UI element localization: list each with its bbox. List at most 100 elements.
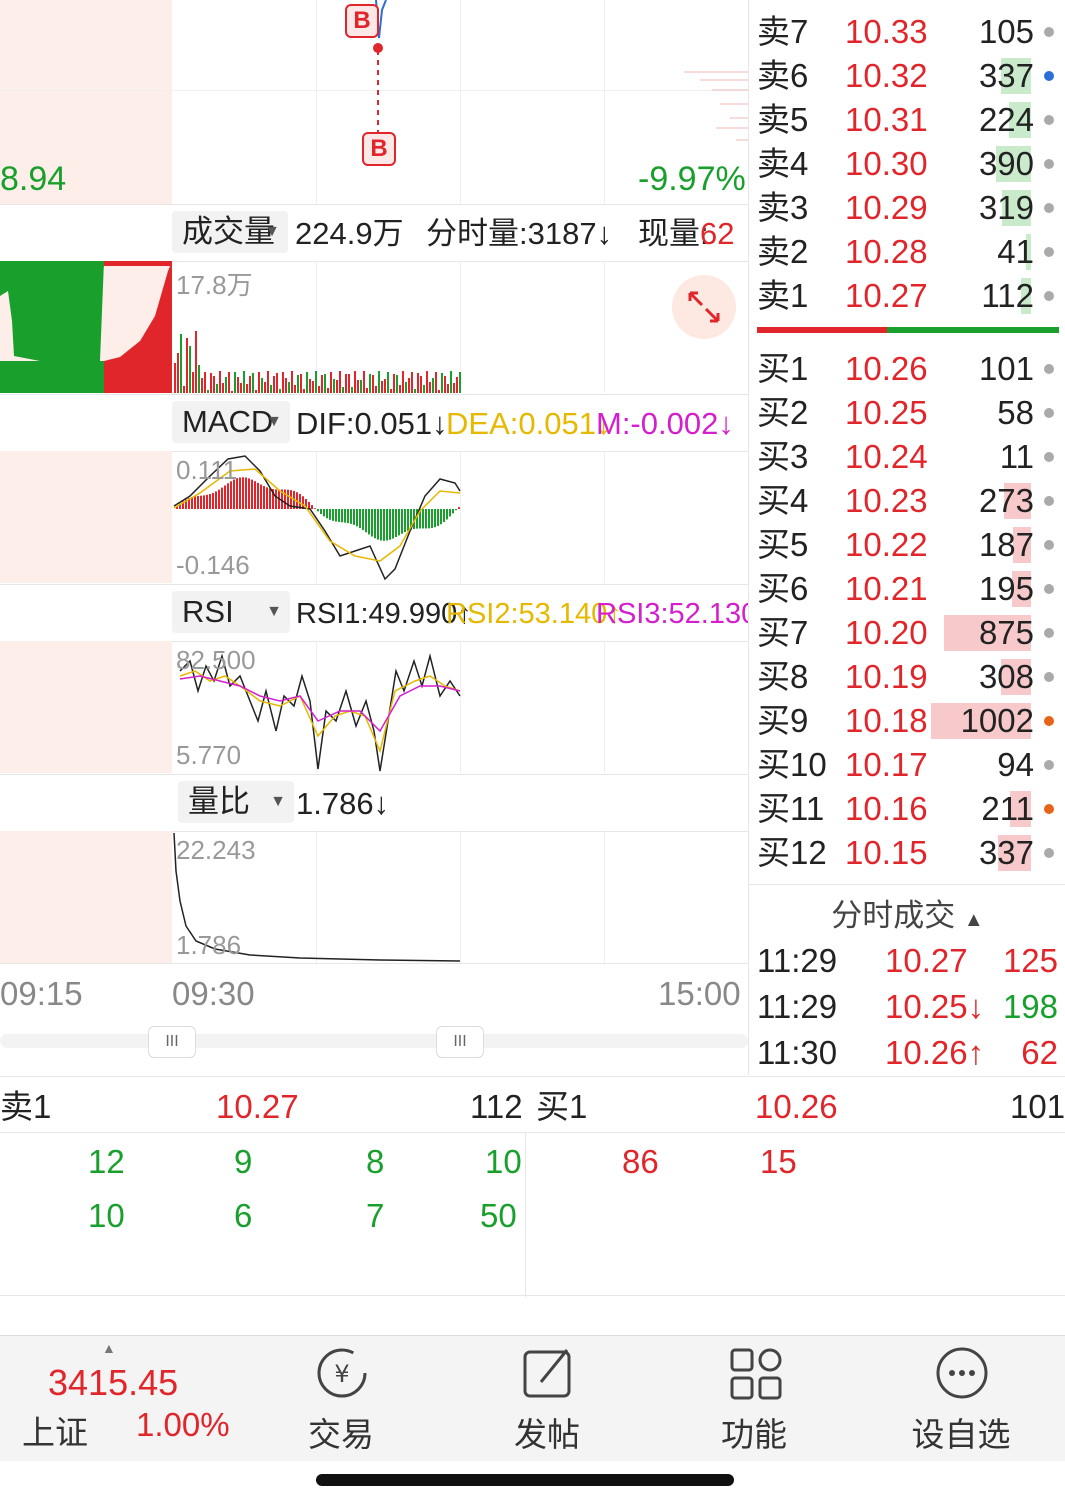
tick-volume: 198 [1002, 988, 1058, 1025]
bid-row[interactable]: 买11 10.16 211 [749, 787, 1065, 831]
queue-sell-vol: 112 [470, 1088, 523, 1125]
bid-row[interactable]: 买1 10.26 101 [749, 347, 1065, 391]
volratio-indicator-select[interactable]: 量比 ▼ [178, 781, 294, 823]
volume-indicator-select[interactable]: 成交量 ▼ [172, 211, 288, 253]
bid-row[interactable]: 买12 10.15 337 [749, 831, 1065, 875]
macd-bar [314, 508, 316, 509]
nav-trade[interactable]: ¥ 交易 [266, 1336, 416, 1461]
volume-bar [339, 371, 341, 393]
buy-queue-item: 15 [760, 1143, 797, 1180]
volume-bar [393, 374, 395, 393]
nav-post[interactable]: 发帖 [472, 1336, 622, 1461]
bid-row[interactable]: 买5 10.22 187 [749, 523, 1065, 567]
macd-bar [398, 509, 400, 536]
range-slider-right-handle[interactable]: III [436, 1026, 484, 1058]
macd-bar [308, 501, 310, 509]
ask-price: 10.30 [845, 145, 928, 182]
macd-bar [368, 509, 370, 535]
macd-bar [275, 489, 277, 509]
bid-volume: 187 [978, 526, 1034, 563]
volume-bar [456, 377, 458, 393]
volume-bar [306, 372, 308, 393]
macd-indicator-select[interactable]: MACD ▼ [172, 401, 290, 443]
volume-bar [189, 346, 191, 393]
ticks-title-button[interactable]: 分时成交 ▲ [749, 890, 1065, 935]
volume-bar [399, 385, 401, 393]
volume-bar [357, 380, 359, 393]
bid-row[interactable]: 买2 10.25 58 [749, 391, 1065, 435]
bid-price: 10.25 [845, 394, 928, 431]
macd-bar [257, 482, 259, 509]
bid-row[interactable]: 买3 10.24 11 [749, 435, 1065, 479]
ask-row[interactable]: 卖5 10.31 224 [749, 98, 1065, 142]
bid-row[interactable]: 买10 10.17 94 [749, 743, 1065, 787]
macd-bar [341, 509, 343, 523]
volume-axis-max: 17.8万 [176, 270, 253, 300]
expand-button[interactable] [672, 275, 736, 339]
bid-volume: 195 [978, 570, 1034, 607]
bid-volume: 308 [978, 658, 1034, 695]
bid-volume: 101 [978, 350, 1034, 387]
range-slider-track[interactable] [0, 1034, 748, 1048]
nav-add-watchlist[interactable]: 设自选 [886, 1336, 1036, 1461]
bid-price: 10.15 [845, 834, 928, 871]
ask-volume: 319 [978, 189, 1034, 226]
macd-m: M:-0.002↓ [596, 406, 734, 441]
buy-signal-marker[interactable]: B [345, 4, 379, 38]
bid-level-label: 买5 [757, 526, 809, 563]
index-ticker[interactable]: 3415.45 上证 1.00% [0, 1336, 230, 1461]
macd-chart [173, 455, 461, 581]
ask-row[interactable]: 卖7 10.33 105 [749, 10, 1065, 54]
expand-icon [688, 291, 720, 323]
bid-row[interactable]: 买9 10.18 1002 [749, 699, 1065, 743]
ask-price: 10.32 [845, 57, 928, 94]
volume-bar [234, 372, 236, 393]
bid-row[interactable]: 买4 10.23 273 [749, 479, 1065, 523]
volume-bar [318, 386, 320, 393]
macd-bar [437, 509, 439, 526]
macd-bar [203, 495, 205, 509]
sell-queue-item: 9 [234, 1143, 253, 1180]
chart-area[interactable]: B B 8.94 -9.97% 成交量 ▼ 224.9万 分时量:3187↓ 现量… [0, 0, 772, 1075]
ask-level-label: 卖2 [757, 233, 809, 270]
volume-bar [408, 378, 410, 393]
bid-level-label: 买1 [757, 350, 809, 387]
macd-bar [326, 509, 328, 519]
volume-bar [174, 363, 176, 393]
ask-row[interactable]: 卖2 10.28 41 [749, 230, 1065, 274]
rsi-chart [179, 653, 461, 772]
volume-bar [351, 387, 353, 393]
bid-row[interactable]: 买7 10.20 875 [749, 611, 1065, 655]
range-slider-left-handle[interactable]: III [148, 1026, 196, 1058]
home-indicator[interactable] [316, 1474, 734, 1486]
bid-row[interactable]: 买6 10.21 195 [749, 567, 1065, 611]
macd-dea: DEA:0.051↓ [446, 406, 612, 441]
ask-row[interactable]: 卖3 10.29 319 [749, 186, 1065, 230]
volume-bar [285, 378, 287, 393]
bid-level-label: 买3 [757, 438, 809, 475]
nav-functions[interactable]: 功能 [679, 1336, 829, 1461]
rsi-indicator-select[interactable]: RSI ▼ [172, 591, 290, 633]
bid-volume: 211 [981, 790, 1034, 827]
volume-bar [246, 384, 248, 393]
ask-row[interactable]: 卖6 10.32 337 [749, 54, 1065, 98]
nav-trade-label: 交易 [308, 1416, 374, 1453]
bid-level-label: 买11 [757, 790, 825, 827]
macd-bar [458, 507, 460, 509]
macd-bar [227, 483, 229, 509]
rsi3-value: RSI3:52.130↑ [596, 598, 772, 630]
buy-signal-marker[interactable]: B [362, 132, 396, 166]
bid-row[interactable]: 买8 10.19 308 [749, 655, 1065, 699]
tick-price: 10.26↑ [885, 1034, 985, 1071]
volume-bar [198, 365, 200, 393]
ask-price: 10.29 [845, 189, 928, 226]
tick-row: 11:30 10.26↑ 62 [749, 1030, 1065, 1075]
ask-row[interactable]: 卖4 10.30 390 [749, 142, 1065, 186]
buy-queue-item: 86 [622, 1143, 659, 1180]
ask-row[interactable]: 卖1 10.27 112 [749, 274, 1065, 318]
index-name: 上证 [22, 1414, 88, 1451]
dot-icon [1044, 71, 1054, 81]
macd-bar [365, 509, 367, 533]
volume-bar [282, 372, 284, 393]
volume-bar [315, 371, 317, 393]
